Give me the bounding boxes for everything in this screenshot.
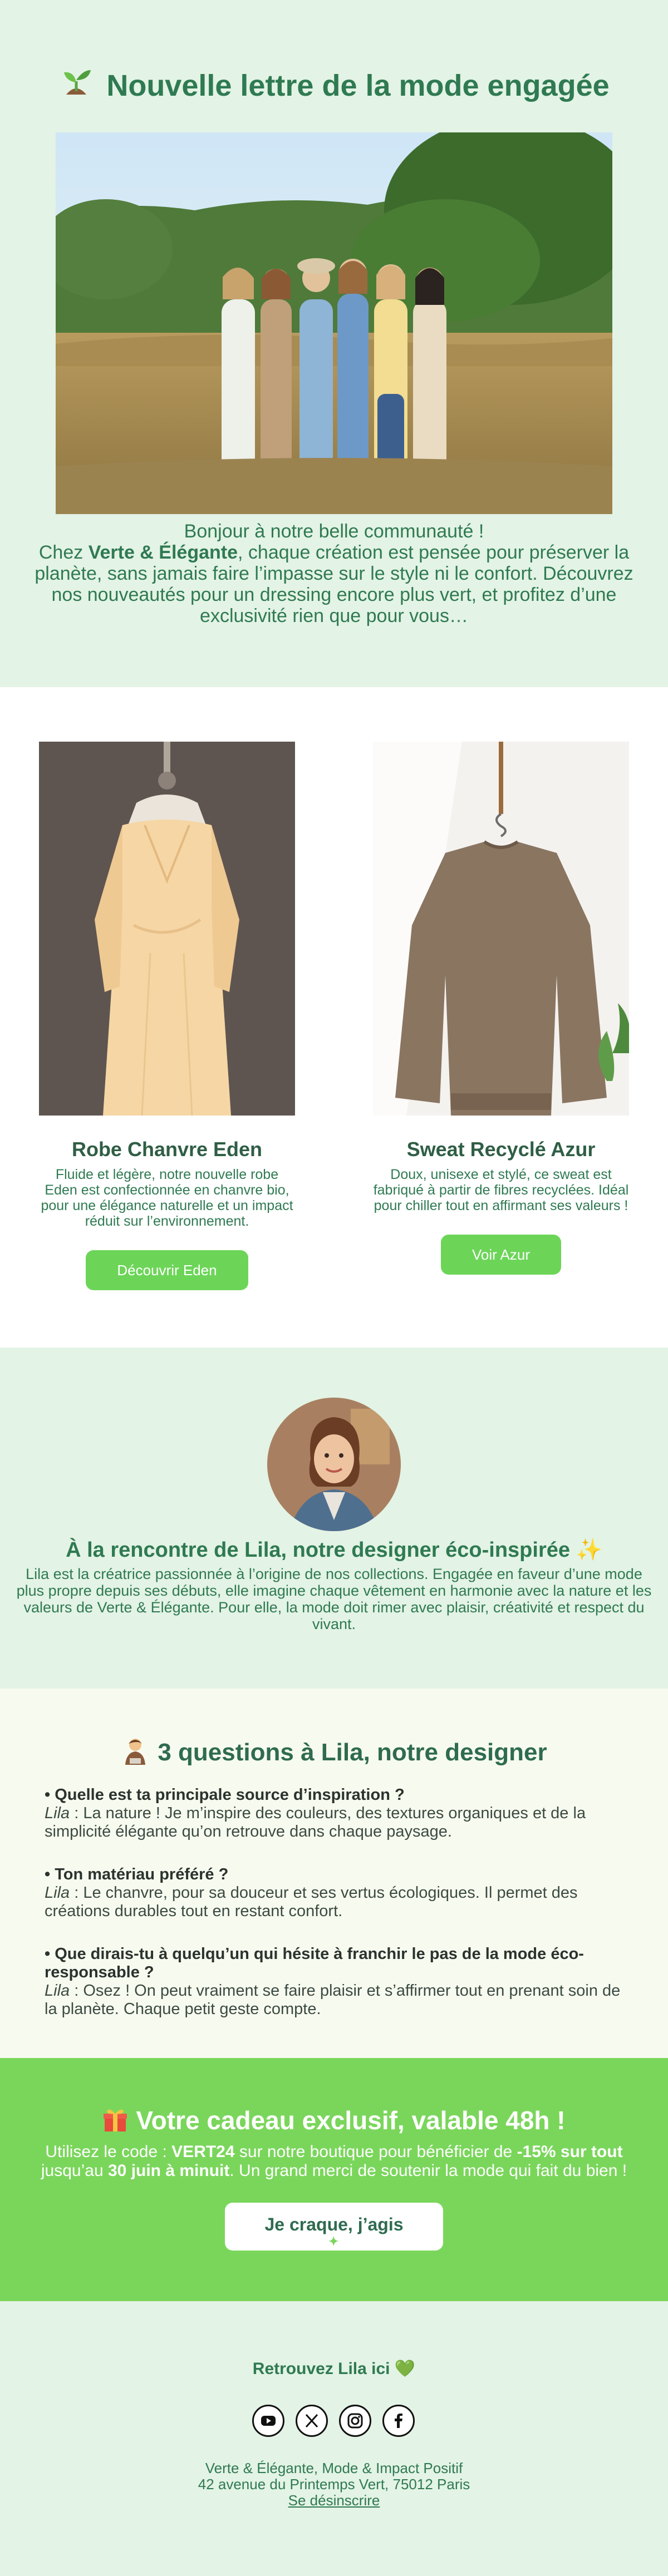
interview-item: • Que dirais-tu à quelqu’un qui hésite à…	[45, 1945, 623, 2019]
footer-address-block: Verte & Élégante, Mode & Impact Positif …	[0, 2460, 668, 2509]
designer-avatar	[267, 1398, 401, 1531]
designer-section: À la rencontre de Lila, notre designer é…	[0, 1348, 668, 1689]
hero-section: Nouvelle lettre de la mode engagée Bonjo…	[0, 0, 668, 687]
promo-discount: -15% sur tout	[517, 2143, 623, 2161]
answer-text: : La nature ! Je m’inspire des couleurs,…	[45, 1804, 586, 1840]
discover-eden-button[interactable]: Découvrir Eden	[86, 1250, 248, 1290]
follow-lila-text: Retrouvez Lila ici 💚	[252, 2360, 416, 2378]
products-section: Robe Chanvre Eden Fluide et légère, notr…	[0, 687, 668, 1348]
answer-text: : Osez ! On peut vraiment se faire plais…	[45, 1982, 621, 2018]
unsubscribe-link[interactable]: Se désinscrire	[288, 2492, 380, 2509]
hero-intro: Bonjour à notre belle communauté ! Chez …	[31, 521, 637, 626]
gift-text-4: . Un grand merci de soutenir la mode qui…	[229, 2162, 627, 2180]
x-icon[interactable]	[296, 2405, 328, 2437]
gift-icon	[102, 2107, 128, 2133]
youtube-icon[interactable]	[252, 2405, 284, 2437]
sprout-icon	[58, 66, 94, 101]
product-card-eden: Robe Chanvre Eden Fluide et légère, notr…	[39, 742, 295, 1290]
product-card-azur: Sweat Recyclé Azur Doux, unisexe et styl…	[373, 742, 629, 1275]
interview-title: 3 questions à Lila, notre designer	[158, 1739, 547, 1766]
company-line: Verte & Élégante, Mode & Impact Positif	[205, 2460, 463, 2476]
footer-section: Retrouvez Lila ici 💚 Verte & Élégante, M…	[0, 2301, 668, 2576]
answer-speaker: Lila	[45, 1982, 70, 2000]
gift-section: Votre cadeau exclusif, valable 48h ! Uti…	[0, 2058, 668, 2301]
designer-title: À la rencontre de Lila, notre designer é…	[66, 1538, 602, 1562]
interview-answer: Lila : Le chanvre, pour sa douceur et se…	[45, 1884, 623, 1921]
promo-deadline: 30 juin à minuit	[107, 2162, 230, 2180]
interview-answer: Lila : La nature ! Je m’inspire des coul…	[45, 1804, 623, 1841]
hero-greeting: Bonjour à notre belle communauté !	[184, 521, 484, 542]
sparkle-icon: ✦	[328, 2234, 339, 2248]
promo-code: VERT24	[171, 2143, 235, 2161]
cta-button-label: Je craque, j’agis	[264, 2214, 404, 2234]
intro-prefix: Chez	[38, 542, 89, 563]
hero-group-photo	[56, 132, 612, 514]
interview-answer: Lila : Osez ! On peut vraiment se faire …	[45, 1982, 623, 2019]
product-description: Fluide et légère, notre nouvelle robe Ed…	[41, 1167, 293, 1229]
answer-speaker: Lila	[45, 1804, 70, 1822]
hero-title-row: Nouvelle lettre de la mode engagée	[0, 66, 668, 105]
gift-text-2: sur notre boutique pour bénéficier de	[234, 2143, 517, 2161]
answer-text: : Le chanvre, pour sa douceur et ses ver…	[45, 1884, 578, 1920]
designer-bio: Lila est la créatrice passionnée à l’ori…	[16, 1566, 652, 1632]
hero-intro-paragraph: Chez Verte & Élégante, chaque création e…	[31, 542, 637, 626]
view-azur-button[interactable]: Voir Azur	[441, 1235, 561, 1275]
brand-name: Verte & Élégante	[88, 542, 238, 563]
product-image-eden[interactable]	[39, 742, 295, 1116]
interview-item: • Quelle est ta principale source d’insp…	[45, 1786, 623, 1841]
gift-title: Votre cadeau exclusif, valable 48h !	[136, 2106, 566, 2135]
interview-item: • Ton matériau préféré ? Lila : Le chanv…	[45, 1866, 623, 1921]
interview-question: • Ton matériau préféré ?	[45, 1866, 229, 1883]
instagram-icon[interactable]	[339, 2405, 371, 2437]
product-description: Doux, unisexe et stylé, ce sweat est fab…	[373, 1167, 629, 1213]
gift-title-row: Votre cadeau exclusif, valable 48h !	[0, 2105, 668, 2136]
social-links	[252, 2405, 416, 2438]
address-line: 42 avenue du Printemps Vert, 75012 Paris	[198, 2476, 470, 2493]
facebook-icon[interactable]	[382, 2405, 415, 2437]
gift-text-3: jusqu’au	[41, 2162, 108, 2180]
product-name: Robe Chanvre Eden	[71, 1138, 263, 1161]
hero-title: Nouvelle lettre de la mode engagée	[106, 69, 610, 102]
interview-section: 3 questions à Lila, notre designer • Que…	[0, 1689, 668, 2058]
product-image-azur[interactable]	[373, 742, 629, 1116]
interview-question: • Quelle est ta principale source d’insp…	[45, 1786, 405, 1804]
gift-description: Utilisez le code : VERT24 sur notre bout…	[14, 2143, 654, 2180]
answer-speaker: Lila	[45, 1884, 70, 1902]
gift-text-1: Utilisez le code :	[45, 2143, 172, 2161]
designer-emoji-icon	[121, 1736, 150, 1765]
product-name: Sweat Recyclé Azur	[406, 1138, 596, 1161]
interview-question: • Que dirais-tu à quelqu’un qui hésite à…	[45, 1945, 584, 1981]
cta-button[interactable]: Je craque, j’agis ✦	[225, 2203, 443, 2251]
interview-list: • Quelle est ta principale source d’insp…	[45, 1786, 623, 2019]
interview-title-row: 3 questions à Lila, notre designer	[0, 1736, 668, 1768]
